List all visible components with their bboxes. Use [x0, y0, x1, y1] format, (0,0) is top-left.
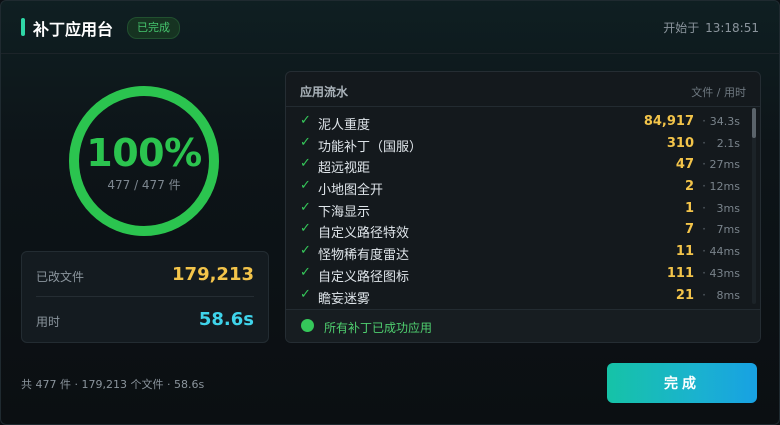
- flow-item-count: 47: [675, 157, 694, 173]
- window-title: 补丁应用台: [33, 20, 114, 39]
- flow-item-count: 310: [666, 135, 694, 151]
- flow-item: ✓ 下海显示 1 · 3ms: [286, 197, 760, 220]
- flow-item-separator: ·: [702, 222, 706, 237]
- status-badge: 已完成: [127, 17, 180, 39]
- flow-item-name: 小地图全开: [318, 183, 384, 199]
- stats-card: 已改文件 179,213 用时 58.6s: [21, 251, 269, 343]
- flow-list[interactable]: ✓ 泥人重度 84,917 · 34.3s ✓ 功能补丁（国服） 310 · 2.1s ✓ 超远视距 4…: [286, 110, 760, 306]
- check-icon: ✓: [300, 199, 311, 215]
- flow-item-name: 自定义路径图标: [318, 269, 410, 285]
- stat-row-files: 已改文件 179,213: [36, 252, 254, 297]
- flow-item-time: 12ms: [709, 180, 740, 194]
- patch-window: 补丁应用台 已完成 开始于 13:18:51 100% 477 / 477 件 …: [0, 0, 780, 425]
- flow-item-count: 21: [675, 287, 694, 303]
- flow-item-separator: ·: [702, 200, 706, 215]
- start-time-value: 13:18:51: [705, 21, 759, 35]
- flow-scrollbar[interactable]: [752, 108, 756, 304]
- flow-item-time: 44ms: [709, 245, 740, 259]
- flow-item: ✓ 自定义路径特效 7 · 7ms: [286, 218, 760, 242]
- check-icon: ✓: [300, 264, 311, 280]
- flow-item-time: 43ms: [709, 266, 740, 280]
- progress-count: 477 / 477 件: [107, 178, 181, 192]
- flow-item-separator: ·: [702, 287, 706, 302]
- check-icon: ✓: [300, 134, 311, 150]
- flow-item: ✓ 怪物稀有度雷达 11 · 44ms: [286, 240, 760, 264]
- flow-item-separator: ·: [702, 157, 706, 172]
- start-time-label: 开始于: [663, 21, 700, 35]
- check-icon: ✓: [300, 286, 311, 302]
- stat-row-time: 用时 58.6s: [36, 297, 254, 341]
- flow-item-count: 84,917: [643, 114, 694, 129]
- flow-item-count: 1: [684, 200, 694, 216]
- flow-item-separator: ·: [702, 135, 706, 150]
- flow-item: ✓ 泥人重度 84,917 · 34.3s: [286, 110, 760, 133]
- flow-item-count: 11: [675, 244, 694, 260]
- flow-item: ✓ 自定义路径图标 111 · 43ms: [286, 262, 760, 285]
- flow-header: 应用流水 文件 / 用时: [286, 72, 760, 107]
- flow-item-time: 8ms: [716, 288, 740, 302]
- flow-item-separator: ·: [702, 114, 706, 128]
- flow-item-name: 功能补丁（国服）: [318, 139, 423, 155]
- flow-title: 应用流水: [300, 85, 349, 99]
- files-value: 179,213: [172, 264, 254, 285]
- check-icon: ✓: [300, 178, 311, 194]
- flow-item-name: 自定义路径特效: [318, 226, 410, 242]
- time-value: 58.6s: [198, 309, 254, 330]
- flow-item-time: 34.3s: [709, 115, 740, 128]
- flow-item-name: 下海显示: [318, 204, 371, 220]
- flow-item-name: 瞻妄迷雾: [318, 291, 371, 307]
- success-dot-icon: [301, 319, 314, 332]
- flow-item: ✓ 超远视距 47 · 27ms: [286, 153, 760, 177]
- check-icon: ✓: [300, 221, 311, 237]
- flow-columns: 文件 / 用时: [691, 86, 746, 99]
- time-label: 用时: [36, 315, 61, 329]
- summary-text: 共 477 件 · 179,213 个文件 · 58.6s: [21, 378, 205, 391]
- flow-item: ✓ 瞻妄迷雾 21 · 8ms: [286, 284, 760, 307]
- flow-item-time: 27ms: [709, 158, 740, 172]
- files-label: 已改文件: [36, 270, 85, 284]
- flow-panel: 应用流水 文件 / 用时 ✓ 泥人重度 84,917 · 34.3s ✓ 功能补丁（国服） 3…: [285, 71, 761, 343]
- flow-footer-text: 所有补丁已成功应用: [324, 321, 433, 335]
- flow-item-name: 泥人重度: [318, 118, 371, 133]
- flow-scrollbar-thumb[interactable]: [752, 108, 756, 138]
- flow-item-time: 2.1s: [716, 136, 740, 150]
- header: 补丁应用台 已完成 开始于 13:18:51: [1, 1, 779, 54]
- check-icon: ✓: [300, 243, 311, 259]
- flow-item-separator: ·: [702, 244, 706, 259]
- flow-item-name: 超远视距: [318, 161, 371, 177]
- check-icon: ✓: [300, 113, 311, 128]
- start-time: 开始于 13:18:51: [661, 19, 759, 36]
- flow-item-time: 7ms: [716, 223, 740, 237]
- flow-item-separator: ·: [702, 179, 706, 194]
- flow-item-count: 2: [684, 179, 694, 195]
- flow-item-time: 3ms: [716, 201, 740, 215]
- flow-item-separator: ·: [702, 265, 706, 280]
- title-accent-bar: [21, 18, 25, 36]
- flow-footer: 所有补丁已成功应用: [286, 309, 760, 342]
- progress-ring: 100% 477 / 477 件: [67, 84, 221, 238]
- flow-item: ✓ 小地图全开 2 · 12ms: [286, 175, 760, 199]
- progress-percent: 100%: [86, 131, 202, 175]
- flow-item: ✓ 功能补丁（国服） 310 · 2.1s: [286, 132, 760, 155]
- done-button[interactable]: 完成: [607, 363, 757, 403]
- check-icon: ✓: [300, 156, 311, 172]
- flow-item-name: 怪物稀有度雷达: [318, 248, 410, 264]
- flow-item-count: 111: [666, 265, 694, 281]
- flow-item-count: 7: [684, 222, 694, 238]
